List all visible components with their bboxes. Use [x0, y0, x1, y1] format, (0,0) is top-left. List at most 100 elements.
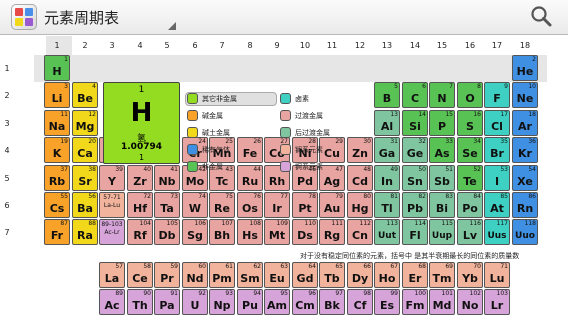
element-sm[interactable]: 62 Sm [237, 262, 263, 288]
element-sg[interactable]: 106 Sg [182, 219, 208, 245]
app-title[interactable]: 元素周期表 [44, 7, 119, 28]
element-rn[interactable]: 86 Rn [512, 192, 538, 218]
element-bh[interactable]: 107 Bh [209, 219, 235, 245]
element-te[interactable]: 52 Te [457, 165, 483, 191]
element-ba[interactable]: 56 Ba [72, 192, 98, 218]
element-mt[interactable]: 109 Mt [264, 219, 290, 245]
element-la[interactable]: 57 La [99, 262, 125, 288]
element-he[interactable]: 2 He [512, 55, 538, 81]
element-tl[interactable]: 81 Tl [374, 192, 400, 218]
element-am[interactable]: 95 Am [264, 289, 290, 315]
element-cf[interactable]: 98 Cf [347, 289, 373, 315]
element-lu[interactable]: 71 Lu [484, 262, 510, 288]
element-cd[interactable]: 48 Cd [347, 165, 373, 191]
element-hs[interactable]: 108 Hs [237, 219, 263, 245]
element-b[interactable]: 5B [374, 82, 400, 108]
element-th[interactable]: 90 Th [127, 289, 153, 315]
element-fl[interactable]: 114 Fl [402, 219, 428, 245]
element-kr[interactable]: 36 Kr [512, 137, 538, 163]
element-ru[interactable]: 44 Ru [237, 165, 263, 191]
element-nb[interactable]: 41 Nb [154, 165, 180, 191]
legend-item[interactable]: 稀有气体 [187, 144, 230, 156]
element-u[interactable]: 92 U [182, 289, 208, 315]
element-zr[interactable]: 40 Zr [127, 165, 153, 191]
element-es[interactable]: 99 Es [374, 289, 400, 315]
element-ir[interactable]: 77 Ir [264, 192, 290, 218]
element-s[interactable]: 16 S [457, 110, 483, 136]
element-bk[interactable]: 97 Bk [319, 289, 345, 315]
element-no[interactable]: 102 No [457, 289, 483, 315]
element-cm[interactable]: 96 Cm [292, 289, 318, 315]
element-pr[interactable]: 59 Pr [154, 262, 180, 288]
element-po[interactable]: 84 Po [457, 192, 483, 218]
element-rg[interactable]: 111 Rg [319, 219, 345, 245]
element-cl[interactable]: 17 Cl [484, 110, 510, 136]
element-sn[interactable]: 50 Sn [402, 165, 428, 191]
element-nd[interactable]: 60 Nd [182, 262, 208, 288]
element-xe[interactable]: 54 Xe [512, 165, 538, 191]
element-rf[interactable]: 104 Rf [127, 219, 153, 245]
element-hg[interactable]: 80 Hg [347, 192, 373, 218]
element-sr[interactable]: 38 Sr [72, 165, 98, 191]
element-fm[interactable]: 100 Fm [402, 289, 428, 315]
element-si[interactable]: 14 Si [402, 110, 428, 136]
element-uup[interactable]: 115 Uup [429, 219, 455, 245]
element-h[interactable]: 1H [44, 55, 70, 81]
element-lv[interactable]: 116 Lv [457, 219, 483, 245]
element-gd[interactable]: 64 Gd [292, 262, 318, 288]
element-ge[interactable]: 32 Ge [402, 137, 428, 163]
element-al[interactable]: 13 Al [374, 110, 400, 136]
element-hf[interactable]: 72 Hf [127, 192, 153, 218]
element-tb[interactable]: 65 Tb [319, 262, 345, 288]
element-li[interactable]: 3 Li [44, 82, 70, 108]
legend-item[interactable]: 非金属 [187, 161, 223, 173]
element-ca[interactable]: 20 Ca [72, 137, 98, 163]
element-ho[interactable]: 67 Ho [374, 262, 400, 288]
legend-item[interactable]: 卤素 [280, 93, 309, 105]
element-br[interactable]: 35 Br [484, 137, 510, 163]
element-w[interactable]: 74 W [182, 192, 208, 218]
element-cn[interactable]: 112 Cn [347, 219, 373, 245]
element-ra[interactable]: 88 Ra [72, 219, 98, 245]
element-uut[interactable]: 113 Uut [374, 219, 400, 245]
legend-item[interactable]: 过渡金属 [280, 110, 323, 122]
element-pb[interactable]: 82 Pb [402, 192, 428, 218]
element-y[interactable]: 39 Y [99, 165, 125, 191]
legend-item[interactable]: 碱金属 [187, 110, 223, 122]
element-k[interactable]: 19 K [44, 137, 70, 163]
element-be[interactable]: 4 Be [72, 82, 98, 108]
element-ga[interactable]: 31 Ga [374, 137, 400, 163]
element-lr[interactable]: 103 Lr [484, 289, 510, 315]
legend-item[interactable]: 碱土金属 [187, 127, 230, 139]
search-icon[interactable] [528, 4, 556, 30]
element-dy[interactable]: 66 Dy [347, 262, 373, 288]
element-ac[interactable]: 89 Ac [99, 289, 125, 315]
element-er[interactable]: 68 Er [402, 262, 428, 288]
element-ne[interactable]: 10 Ne [512, 82, 538, 108]
element-uus[interactable]: 117 Uus [484, 219, 510, 245]
lanthanides-placeholder[interactable]: 57-71 La-Lu [99, 192, 125, 218]
element-mg[interactable]: 12 Mg [72, 110, 98, 136]
element-yb[interactable]: 70 Yb [457, 262, 483, 288]
element-pt[interactable]: 78 Pt [292, 192, 318, 218]
element-re[interactable]: 75 Re [209, 192, 235, 218]
element-os[interactable]: 76 Os [237, 192, 263, 218]
element-db[interactable]: 105 Db [154, 219, 180, 245]
element-at[interactable]: 85 At [484, 192, 510, 218]
element-as[interactable]: 33 As [429, 137, 455, 163]
element-ar[interactable]: 18 Ar [512, 110, 538, 136]
element-se[interactable]: 34 Se [457, 137, 483, 163]
actinides-placeholder[interactable]: 89-103 Ac-Lr [99, 219, 125, 245]
element-np[interactable]: 93 Np [209, 289, 235, 315]
element-ds[interactable]: 110 Ds [292, 219, 318, 245]
element-p[interactable]: 15 P [429, 110, 455, 136]
element-sb[interactable]: 51 Sb [429, 165, 455, 191]
element-fr[interactable]: 87 Fr [44, 219, 70, 245]
legend-item[interactable]: 镧系元素 [280, 144, 323, 156]
element-bi[interactable]: 83 Bi [429, 192, 455, 218]
legend-item[interactable]: 锕系元素 [280, 161, 323, 173]
element-fe[interactable]: 26 Fe [237, 137, 263, 163]
element-md[interactable]: 101 Md [429, 289, 455, 315]
element-tm[interactable]: 69 Tm [429, 262, 455, 288]
element-i[interactable]: 53 I [484, 165, 510, 191]
